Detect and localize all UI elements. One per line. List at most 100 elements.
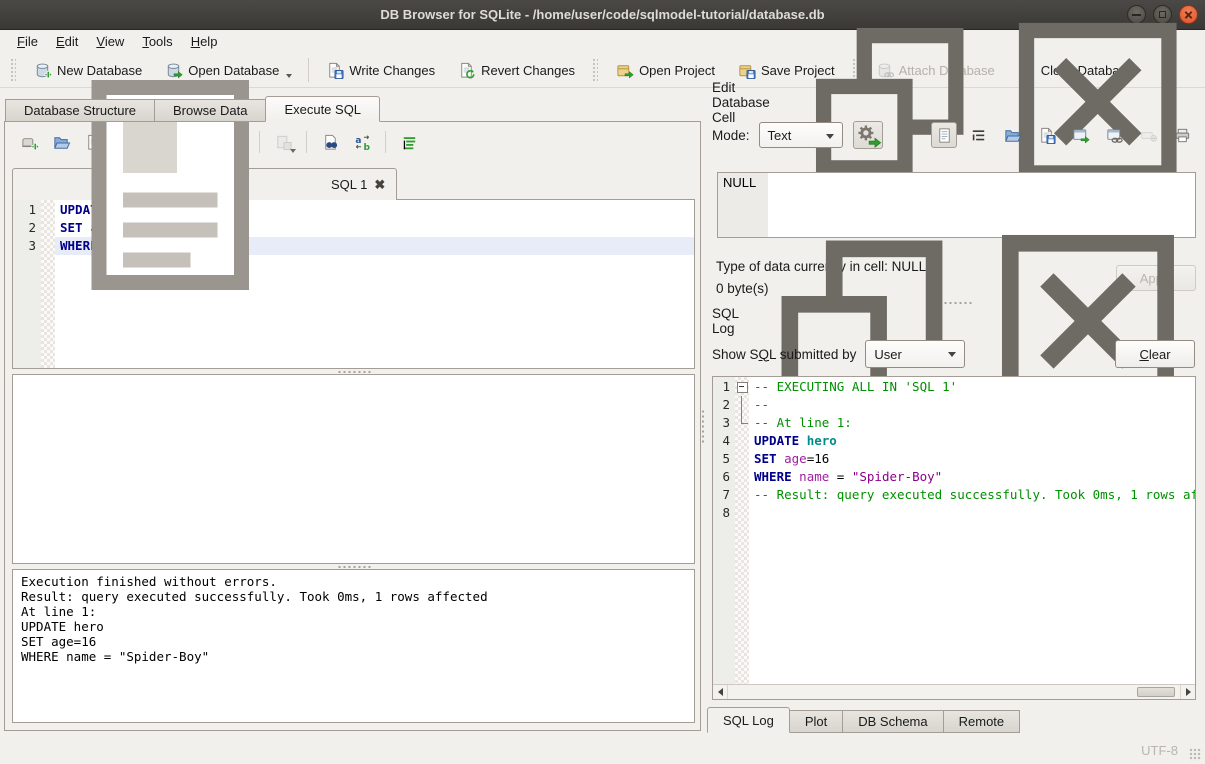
word-wrap-icon [969, 126, 988, 145]
code-text: -- EXECUTING ALL IN 'SQL 1' [749, 378, 1195, 396]
code-line: 8 [713, 504, 1195, 522]
project-open-icon [615, 61, 634, 80]
toolbar-separator [385, 131, 386, 153]
code-line: 3 -- At line 1: [713, 414, 1195, 432]
resize-grip[interactable] [1189, 748, 1202, 761]
code-line: 5SET age=16 [713, 450, 1195, 468]
fold-margin-cell [735, 486, 749, 504]
fold-margin-cell [735, 504, 749, 522]
tab-database-structure[interactable]: Database Structure [5, 99, 155, 122]
code-line: 4UPDATE hero [713, 432, 1195, 450]
code-text: WHERE name = "Spider-Boy" [749, 468, 1195, 486]
log-code: 1 -- EXECUTING ALL IN 'SQL 1' 2 -- 3 -- At li… [713, 378, 1195, 522]
export-window-button[interactable] [1067, 122, 1093, 148]
scrollbar-track[interactable] [728, 685, 1180, 699]
link-window-button[interactable] [1101, 122, 1127, 148]
revert-changes-button[interactable]: Revert Changes [449, 58, 583, 83]
format-button[interactable] [397, 129, 421, 155]
text-mode-icon [935, 126, 954, 145]
line-number: 1 [713, 378, 735, 396]
import-file-icon [1003, 126, 1022, 145]
code-text: -- At line 1: [749, 414, 1195, 432]
encoding-status: UTF-8 [1141, 743, 1178, 758]
auto-apply-button[interactable] [853, 121, 883, 149]
horizontal-scrollbar[interactable] [713, 684, 1195, 699]
fold-marker-icon [735, 414, 749, 432]
tab-close-icon[interactable]: ✖ [374, 178, 385, 191]
scrollbar-thumb[interactable] [1137, 687, 1175, 697]
toolbar-drag-handle[interactable] [10, 58, 16, 82]
scroll-right-icon[interactable] [1180, 685, 1195, 699]
open-project-button[interactable]: Open Project [607, 58, 723, 83]
clear-log-button[interactable]: Clear [1115, 340, 1195, 368]
dock-tab-bar: SQL LogPlotDB SchemaRemote [707, 707, 1019, 733]
set-null-icon [1139, 126, 1158, 145]
document-icon [24, 35, 324, 335]
line-number: 7 [713, 486, 735, 504]
line-number: 5 [713, 450, 735, 468]
save-as-icon [1037, 126, 1056, 145]
line-number: 4 [713, 432, 735, 450]
toolbar-button-label: Write Changes [349, 63, 435, 78]
set-null-button [1135, 122, 1161, 148]
tab-plot[interactable]: Plot [789, 710, 843, 733]
svg-text:b: b [363, 143, 370, 152]
tab-browse-data[interactable]: Browse Data [154, 99, 266, 122]
code-line: 7 -- Result: query executed successfully.… [713, 486, 1195, 504]
code-text: -- Result: query executed successfully. … [749, 486, 1195, 504]
svg-text:a: a [355, 135, 361, 145]
tab-remote[interactable]: Remote [943, 710, 1021, 733]
mode-select[interactable]: Text [759, 122, 843, 148]
import-file-button[interactable] [999, 122, 1025, 148]
line-number: 3 [713, 414, 735, 432]
tab-db-schema[interactable]: DB Schema [842, 710, 943, 733]
link-window-icon [1105, 126, 1124, 145]
log-filter-row: Show SQL submitted by User Clear [712, 338, 1195, 370]
project-save-icon [737, 61, 756, 80]
scroll-left-icon[interactable] [713, 685, 728, 699]
fold-marker-icon[interactable] [735, 378, 749, 396]
replace-icon: ab [353, 133, 372, 152]
sql-log-title: SQL Log [712, 306, 751, 336]
line-number: 6 [713, 468, 735, 486]
toolbar-button-label: Revert Changes [481, 63, 575, 78]
print-button[interactable] [1169, 122, 1195, 148]
write-changes-button[interactable]: Write Changes [317, 58, 443, 83]
execute-sql-panel: ab SQL 1 ✖ 1UPDATE hero2SET age=163WHERE… [4, 121, 701, 731]
main-tab-bar: Database StructureBrowse DataExecute SQL [5, 96, 379, 122]
cell-editor-toolbar [931, 122, 1195, 148]
log-filter-label: Show SQL submitted by [712, 347, 856, 362]
right-dock: Edit Database Cell Mode: Text NULL Type … [705, 88, 1205, 737]
sql-log-header: SQL Log [712, 312, 1199, 330]
cell-mode-row: Mode: Text [712, 120, 1195, 150]
tab-sql-log[interactable]: SQL Log [707, 707, 790, 733]
results-grid[interactable] [12, 374, 695, 564]
write-changes-icon [325, 61, 344, 80]
format-icon [400, 133, 419, 152]
print-icon [1173, 126, 1192, 145]
window-title: DB Browser for SQLite - /home/user/code/… [380, 7, 824, 22]
code-line: 1 -- EXECUTING ALL IN 'SQL 1' [713, 378, 1195, 396]
code-text [749, 504, 1195, 522]
fold-margin-cell [735, 468, 749, 486]
edit-cell-title: Edit Database Cell [712, 80, 788, 125]
word-wrap-button[interactable] [965, 122, 991, 148]
code-line: 6 WHERE name = "Spider-Boy" [713, 468, 1195, 486]
sql-document-tab[interactable]: SQL 1 ✖ [12, 168, 397, 200]
line-number: 8 [713, 504, 735, 522]
gear-icon [854, 121, 882, 149]
fold-margin-cell [735, 432, 749, 450]
save-as-button[interactable] [1033, 122, 1059, 148]
sql-log-view[interactable]: 1 -- EXECUTING ALL IN 'SQL 1' 2 -- 3 -- At li… [712, 376, 1196, 700]
log-filter-select[interactable]: User [865, 340, 965, 368]
code-text: -- [749, 396, 1195, 414]
toolbar-button-label: Open Project [639, 63, 715, 78]
text-mode-button[interactable] [931, 122, 957, 148]
toolbar-drag-handle[interactable] [592, 58, 598, 82]
dropdown-caret-icon [1020, 142, 1026, 146]
mode-label: Mode: [712, 128, 750, 143]
sql-tab-label: SQL 1 [331, 177, 367, 192]
tab-execute-sql[interactable]: Execute SQL [265, 96, 380, 122]
replace-button[interactable]: ab [350, 129, 374, 155]
line-number: 2 [713, 396, 735, 414]
